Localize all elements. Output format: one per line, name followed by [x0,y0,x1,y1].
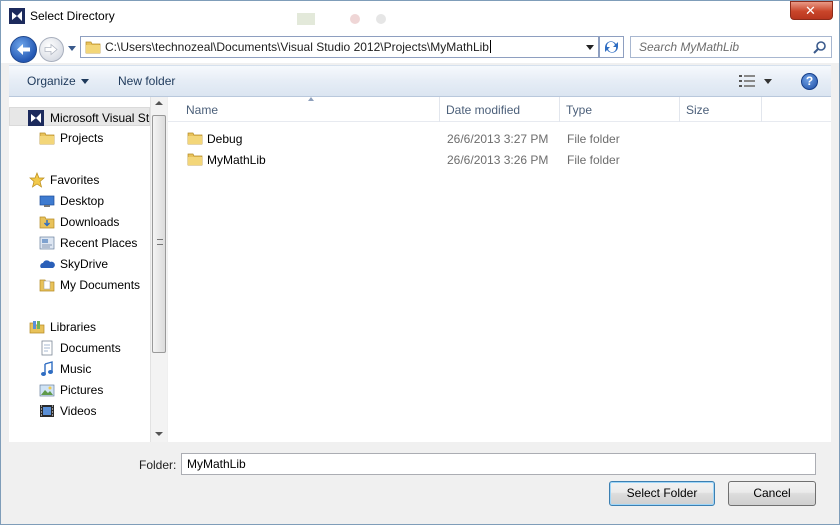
desktop-icon [39,195,55,207]
chevron-down-icon[interactable] [586,43,594,51]
visual-studio-icon [28,110,44,126]
file-type: File folder [567,153,620,167]
back-button[interactable] [10,36,37,63]
sidebar-item-recent-places[interactable]: Recent Places [9,233,150,252]
file-name: Debug [207,132,243,146]
cancel-button[interactable]: Cancel [728,481,816,506]
view-options-dropdown-icon[interactable] [764,79,772,84]
folder-label: Folder: [139,458,177,472]
sidebar-item-videos[interactable]: Videos [9,401,150,420]
sidebar-item-projects[interactable]: Projects [9,128,150,147]
grip-icon [157,239,163,245]
sidebar-item-label: Videos [60,404,97,418]
file-list: Name Date modified Type Size Debug 26/6/… [168,97,831,442]
column-header-date-modified[interactable]: Date modified [440,97,560,122]
file-type: File folder [567,132,620,146]
sidebar-item-skydrive[interactable]: SkyDrive [9,254,150,273]
sidebar-item-label: Recent Places [60,236,138,250]
search-input[interactable]: Search MyMathLib [630,36,832,58]
column-header-name[interactable]: Name [180,97,440,122]
sidebar-item-desktop[interactable]: Desktop [9,191,150,210]
sidebar-item-libraries[interactable]: Libraries [9,317,150,336]
sidebar-item-pictures[interactable]: Pictures [9,380,150,399]
organize-button[interactable]: Organize [27,74,89,88]
title-bar: Select Directory ✕ [1,1,839,31]
folder-icon [85,41,101,54]
file-date-modified: 26/6/2013 3:27 PM [447,132,549,146]
sidebar-item-label: Pictures [60,383,104,397]
sidebar-item-label: My Documents [60,278,141,292]
window-title: Select Directory [30,9,115,23]
folder-icon [187,132,203,145]
recent-places-icon [39,236,55,250]
command-bar: Organize New folder ? [9,65,831,97]
libraries-icon [29,321,45,334]
sidebar-item-downloads[interactable]: Downloads [9,212,150,231]
close-button[interactable]: ✕ [790,1,833,20]
sidebar-item-label: Downloads [60,215,120,229]
scroll-down-icon[interactable] [155,432,163,436]
new-folder-button[interactable]: New folder [118,74,175,88]
sidebar-item-label: Microsoft Visual St [50,111,150,125]
sidebar-item-label: Desktop [60,194,105,208]
documents-folder-icon [39,279,55,292]
arrow-right-icon [44,43,58,56]
star-icon [29,172,45,188]
chevron-down-icon [80,79,89,84]
sidebar-item-label: Documents [60,341,121,355]
refresh-button[interactable] [599,36,624,58]
folder-icon [39,132,55,145]
sidebar-item-music[interactable]: Music [9,359,150,378]
column-header-row: Name Date modified Type Size [168,97,831,122]
navigation-scrollbar[interactable] [150,97,167,442]
column-header-size[interactable]: Size [680,97,762,122]
folder-icon [187,153,203,166]
file-row[interactable]: MyMathLib 26/6/2013 3:26 PM File folder [168,149,831,170]
arrow-left-icon [17,44,30,55]
pictures-icon [39,384,55,397]
recent-locations-dropdown-icon[interactable] [67,41,77,55]
sidebar-item-label: Libraries [50,320,97,334]
music-icon [41,361,53,376]
organize-label: Organize [27,74,76,88]
select-folder-button[interactable]: Select Folder [609,481,715,506]
change-view-icon[interactable] [739,75,755,87]
sidebar-item-favorites[interactable]: Favorites [9,170,150,189]
downloads-icon [39,216,55,229]
dialog-footer: Folder: Select Folder Cancel [9,442,831,518]
navigation-pane: Microsoft Visual St Projects Favorites D… [9,97,150,442]
sidebar-item-microsoft-visual-studio[interactable]: Microsoft Visual St [9,107,150,126]
background-window-buttons [297,13,386,25]
sidebar-item-label: Favorites [50,173,100,187]
folder-name-input[interactable] [181,453,816,475]
file-name: MyMathLib [207,153,266,167]
scrollbar-thumb[interactable] [152,115,166,353]
visual-studio-icon [9,8,25,24]
help-icon[interactable]: ? [801,73,818,90]
column-header-type[interactable]: Type [560,97,680,122]
forward-button[interactable] [39,37,64,62]
scroll-up-icon[interactable] [155,101,163,105]
search-placeholder: Search MyMathLib [639,40,740,54]
address-bar[interactable]: C:\Users\technozeal\Documents\Visual Stu… [80,36,599,58]
address-row: C:\Users\technozeal\Documents\Visual Stu… [1,31,839,63]
select-directory-dialog: Select Directory ✕ C:\Users\technozeal\D… [0,0,840,525]
videos-icon [40,405,54,417]
file-row[interactable]: Debug 26/6/2013 3:27 PM File folder [168,128,831,149]
address-path[interactable]: C:\Users\technozeal\Documents\Visual Stu… [105,40,491,54]
sidebar-item-label: Music [60,362,92,376]
skydrive-icon [40,260,55,268]
search-icon[interactable] [813,40,827,54]
refresh-icon [605,41,618,53]
sidebar-item-documents[interactable]: Documents [9,338,150,357]
sidebar-item-label: Projects [60,131,104,145]
close-icon: ✕ [805,3,816,18]
file-date-modified: 26/6/2013 3:26 PM [447,153,549,167]
documents-icon [41,340,53,356]
sidebar-item-label: SkyDrive [60,257,109,271]
sidebar-item-my-documents[interactable]: My Documents [9,275,150,294]
text-caret [489,40,491,53]
